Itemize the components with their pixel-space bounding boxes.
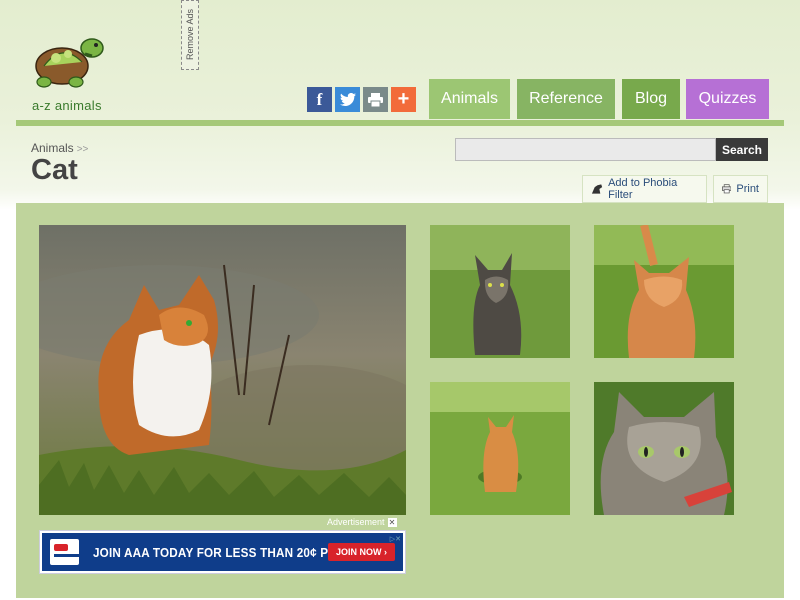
ad-banner-inner: JOIN AAA TODAY FOR LESS THAN 20¢ PER DAY… xyxy=(42,533,403,571)
nav-blog[interactable]: Blog xyxy=(622,79,680,119)
advertisement-text: Advertisement xyxy=(327,517,385,527)
breadcrumb: Animals >> xyxy=(31,141,88,155)
aaa-logo-icon xyxy=(50,539,84,565)
remove-ads-label: Remove Ads xyxy=(185,9,195,61)
print-icon xyxy=(722,184,732,194)
print-share-button[interactable] xyxy=(363,87,388,112)
breadcrumb-separator: >> xyxy=(76,144,89,155)
nav-quizzes[interactable]: Quizzes xyxy=(686,79,769,119)
site-logo[interactable] xyxy=(30,32,110,92)
cat-thumb-3-image xyxy=(430,382,570,515)
cat-photo-image xyxy=(39,225,406,515)
remove-ads-tab[interactable]: Remove Ads xyxy=(181,0,199,70)
cat-thumb-4-image xyxy=(594,382,734,515)
cat-photo-main[interactable] xyxy=(39,225,406,515)
cat-thumb-1[interactable] xyxy=(430,225,570,358)
search-input[interactable] xyxy=(455,138,716,161)
cat-thumb-2-image xyxy=(594,225,734,358)
cat-thumb-4[interactable] xyxy=(594,382,734,515)
ad-info-icon[interactable]: ▷✕ xyxy=(390,535,401,543)
phobia-filter-icon xyxy=(591,184,603,194)
phobia-filter-label: Add to Phobia Filter xyxy=(608,177,678,201)
print-button[interactable]: Print xyxy=(713,175,768,203)
ad-banner[interactable]: JOIN AAA TODAY FOR LESS THAN 20¢ PER DAY… xyxy=(39,530,406,574)
header-divider xyxy=(16,120,784,126)
nav-animals[interactable]: Animals xyxy=(429,79,510,119)
facebook-icon: f xyxy=(316,89,323,109)
cat-thumb-2[interactable] xyxy=(594,225,734,358)
ad-join-now-button[interactable]: JOIN NOW › xyxy=(328,543,395,561)
plus-icon: + xyxy=(397,88,410,110)
nav-reference[interactable]: Reference xyxy=(517,79,615,119)
twitter-icon xyxy=(339,93,356,106)
cat-thumb-3[interactable] xyxy=(430,382,570,515)
add-to-phobia-filter-button[interactable]: Add to Phobia Filter xyxy=(582,175,707,203)
turtle-icon xyxy=(35,38,104,88)
printer-icon xyxy=(368,92,383,107)
logo-text[interactable]: a-z animals xyxy=(32,98,102,113)
more-share-button[interactable]: + xyxy=(391,87,416,112)
cat-thumb-1-image xyxy=(430,225,570,358)
close-ad-icon[interactable]: ✕ xyxy=(387,517,397,527)
facebook-share-button[interactable]: f xyxy=(307,87,332,112)
breadcrumb-animals-link[interactable]: Animals xyxy=(31,141,74,155)
twitter-share-button[interactable] xyxy=(335,87,360,112)
page-title: Cat xyxy=(31,154,78,186)
search-button[interactable]: Search xyxy=(716,138,768,161)
advertisement-label: Advertisement ✕ xyxy=(327,517,397,527)
print-label: Print xyxy=(736,183,759,195)
